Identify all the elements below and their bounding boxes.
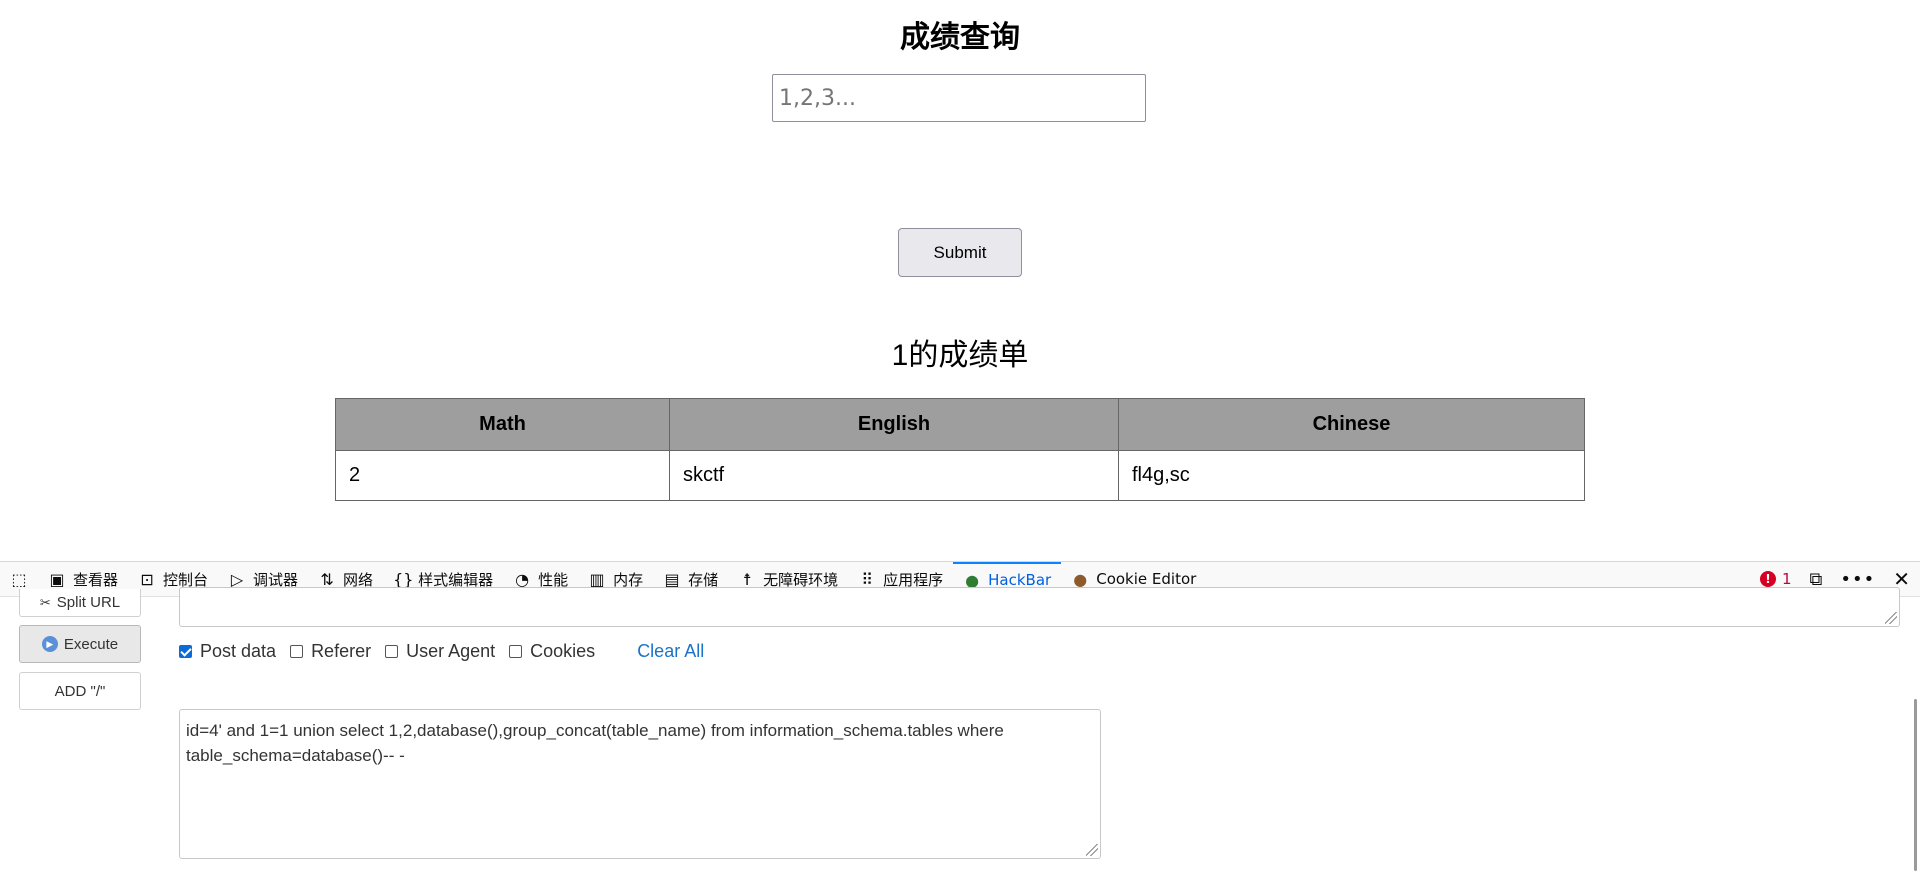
hackbar-options: Post data Referer User Agent Cookies Cle… xyxy=(179,641,704,662)
post-data-checkbox[interactable] xyxy=(179,645,192,658)
url-textarea[interactable] xyxy=(179,587,1900,627)
add-slash-button[interactable]: ADD "/" xyxy=(19,672,141,710)
table-cell-math: 2 xyxy=(335,450,670,501)
referer-label: Referer xyxy=(311,641,372,661)
table-cell-english: skctf xyxy=(669,450,1119,501)
inspector-icon: ▣ xyxy=(49,569,65,589)
split-url-label: Split URL xyxy=(56,594,121,611)
split-url-button[interactable]: ✂ Split URL xyxy=(19,589,141,617)
application-icon: ⠿ xyxy=(861,569,873,589)
column-header-english: English xyxy=(669,398,1119,451)
hackbar-panel: ✂ Split URL ▶ Execute ADD "/" Post data … xyxy=(0,587,1920,874)
network-icon: ⇅ xyxy=(320,569,334,589)
score-table: Math English Chinese 2 skctf fl4g,sc xyxy=(335,398,1585,501)
error-icon: ! xyxy=(1759,571,1776,587)
debugger-icon: ▷ xyxy=(230,569,244,589)
error-count: 1 xyxy=(1781,570,1792,588)
panel-scrollbar[interactable] xyxy=(1914,699,1917,871)
result-title: 1的成绩单 xyxy=(891,339,1029,372)
accessibility-icon: ☨ xyxy=(742,569,752,589)
cookie-icon: ● xyxy=(1073,569,1088,589)
clear-all-link[interactable]: Clear All xyxy=(637,641,704,662)
cookies-option[interactable]: Cookies xyxy=(509,641,595,662)
referer-option[interactable]: Referer xyxy=(290,641,371,662)
execute-button[interactable]: ▶ Execute xyxy=(19,625,141,663)
referer-checkbox[interactable] xyxy=(290,645,304,658)
tab-label: 查看器 xyxy=(73,570,119,589)
post-data-option[interactable]: Post data xyxy=(179,641,276,662)
cookies-checkbox[interactable] xyxy=(509,645,523,658)
table-cell-chinese: fl4g,sc xyxy=(1118,450,1585,501)
table-row: 2 skctf fl4g,sc xyxy=(335,450,1585,501)
user-agent-option[interactable]: User Agent xyxy=(385,641,495,662)
column-header-chinese: Chinese xyxy=(1118,398,1585,451)
storage-icon: ▤ xyxy=(664,569,680,589)
table-header-row: Math English Chinese xyxy=(335,398,1585,451)
user-agent-checkbox[interactable] xyxy=(385,645,399,658)
cookies-label: Cookies xyxy=(530,641,596,661)
post-data-textarea[interactable]: id=4' and 1=1 union select 1,2,database(… xyxy=(179,709,1101,859)
post-data-text: id=4' and 1=1 union select 1,2,database(… xyxy=(186,721,1004,765)
tab-label: Cookie Editor xyxy=(1096,570,1197,588)
execute-label: Execute xyxy=(63,635,119,653)
resize-grip-icon[interactable] xyxy=(1086,844,1098,856)
page-title: 成绩查询 xyxy=(900,21,1020,54)
column-header-math: Math xyxy=(335,398,670,451)
memory-icon: ▥ xyxy=(589,569,605,589)
user-agent-label: User Agent xyxy=(406,641,496,661)
resize-grip-icon[interactable] xyxy=(1885,612,1897,624)
console-icon: ⊡ xyxy=(140,569,154,589)
play-icon: ▶ xyxy=(41,636,58,652)
style-editor-icon: {} xyxy=(393,569,414,589)
submit-button[interactable]: Submit xyxy=(898,228,1022,277)
scissors-icon: ✂ xyxy=(39,594,51,610)
element-picker-icon: ⬚ xyxy=(11,569,27,589)
post-data-label: Post data xyxy=(200,641,277,661)
error-count-badge[interactable]: ! 1 xyxy=(1759,570,1792,588)
performance-icon: ◔ xyxy=(515,569,530,589)
score-query-input[interactable] xyxy=(772,74,1146,122)
